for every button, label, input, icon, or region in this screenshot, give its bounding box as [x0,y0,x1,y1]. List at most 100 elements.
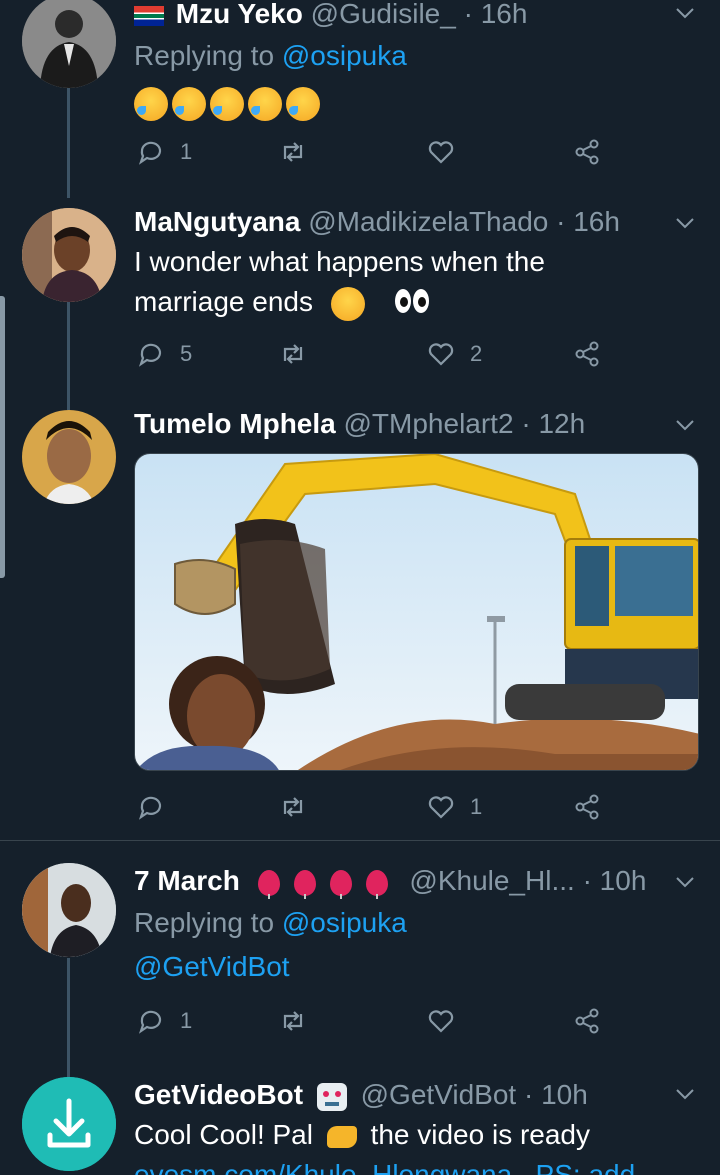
tweet-header: Tumelo Mphela @TMphelart2 · 12h [134,406,660,442]
reply-button[interactable]: 5 [136,334,192,374]
retweet-icon [283,797,303,817]
tweet-text: the video is ready [370,1119,591,1150]
balloon-icon [257,869,280,899]
balloon-icon [293,869,316,899]
mention-link[interactable]: @osipuka [282,40,407,71]
retweet-icon [283,1011,303,1031]
reply-count: 1 [180,1008,193,1033]
display-name[interactable]: 7 March [134,865,240,896]
chevron-down-icon[interactable] [674,1083,696,1105]
share-button[interactable] [572,1001,602,1041]
laughing-emoji-icon [134,86,168,121]
retweet-button[interactable] [278,787,322,827]
video-link[interactable]: evesm.com/Khule_Hlongwana . PS: add [134,1159,635,1175]
reply-count: 5 [180,341,193,366]
tweet-header: 7 March @Khule_Hl... · 10h [134,863,660,899]
tweet-header: MaNgutyana @MadikizelaThado · 16h [134,204,660,240]
share-button[interactable] [572,787,602,827]
reply-icon [138,141,162,165]
tweet-actions: 1 [134,1001,614,1041]
tweet-actions: 1 [134,787,614,827]
laughing-emoji-icon [172,86,206,121]
separator: · [523,1079,534,1110]
tweet[interactable]: 7 March @Khule_Hl... · 10h Replying to @… [0,841,720,1061]
timestamp: 10h [599,865,647,896]
tweet-header: GetVideoBot @GetVidBot · 10h [134,1077,660,1113]
avatar[interactable] [22,410,116,504]
display-name[interactable]: MaNgutyana [134,206,300,237]
tweet-body: I wonder what happens when the marriage … [134,242,690,324]
tweet[interactable]: GetVideoBot @GetVidBot · 10h Cool Cool! … [0,1061,720,1175]
mention-link[interactable]: @GetVidBot [134,951,290,982]
tweet-text-line: Cool Cool! Pal the video is ready [134,1115,690,1155]
tweet-text-line-2: marriage ends [134,282,690,324]
heart-icon [428,343,454,366]
separator: · [582,865,592,896]
handle[interactable]: @GetVidBot [361,1079,517,1110]
replying-label: Replying to [134,40,275,71]
balloon-icons [257,865,402,899]
share-button[interactable] [572,334,602,374]
retweet-icon [283,142,303,162]
tweet-media-image[interactable] [134,453,699,771]
handle[interactable]: @Gudisile_ [311,0,456,29]
timestamp: 16h [480,0,528,29]
avatar[interactable] [22,0,116,88]
like-button[interactable] [426,1001,470,1041]
share-icon [575,341,599,367]
retweet-button[interactable] [278,132,322,172]
chevron-down-icon[interactable] [674,2,696,24]
handle[interactable]: @Khule_Hl... [409,865,574,896]
share-button[interactable] [572,132,602,172]
handle[interactable]: @TMphelart2 [344,408,514,439]
chevron-down-icon[interactable] [674,212,696,234]
avatar[interactable] [22,1077,116,1171]
retweet-button[interactable] [278,334,322,374]
tweet-body [134,82,690,122]
timestamp: 10h [541,1079,588,1110]
share-icon [575,1008,599,1034]
replying-to: Replying to @osipuka [134,905,407,941]
display-name[interactable]: Mzu Yeko [176,0,303,29]
like-button[interactable] [426,132,470,172]
replying-label: Replying to [134,907,275,938]
separator: · [521,408,531,439]
like-button[interactable]: 1 [426,787,482,827]
reply-button[interactable] [136,787,180,827]
share-icon [575,139,599,165]
like-count: 2 [470,341,483,366]
balloon-icon [329,869,352,899]
tweet-link-line[interactable]: evesm.com/Khule_Hlongwana . PS: add [134,1155,690,1175]
tweet-actions: 5 2 [134,334,614,374]
handle[interactable]: @MadikizelaThado [308,206,548,237]
tweet-text: marriage ends [134,286,313,317]
laughing-emoji-icon [210,86,244,121]
heart-icon [428,796,454,819]
heart-icon [428,141,454,164]
separator: · [463,0,473,29]
reply-button[interactable]: 1 [136,132,192,172]
heart-icon [428,1010,454,1033]
tweet[interactable]: MaNgutyana @MadikizelaThado · 16h I wond… [0,200,720,400]
tweet[interactable]: Tumelo Mphela @TMphelart2 · 12h 1 [0,400,720,840]
reply-count: 1 [180,139,193,164]
reply-button[interactable]: 1 [136,1001,192,1041]
chevron-down-icon[interactable] [674,871,696,893]
avatar[interactable] [22,208,116,302]
display-name[interactable]: GetVideoBot [134,1079,303,1110]
replying-to: Replying to @osipuka [134,38,407,74]
like-count: 1 [470,794,483,819]
timestamp: 16h [573,206,620,237]
reply-icon [138,1010,162,1034]
timestamp: 12h [538,408,586,439]
avatar[interactable] [22,863,116,957]
retweet-button[interactable] [278,1001,322,1041]
mention-link[interactable]: @osipuka [282,907,407,938]
tweet-header: Mzu Yeko @Gudisile_ · 16h [134,0,660,32]
like-button[interactable]: 2 [426,334,482,374]
chevron-down-icon[interactable] [674,414,696,436]
display-name[interactable]: Tumelo Mphela [134,408,336,439]
tweet-body: Cool Cool! Pal the video is ready evesm.… [134,1115,690,1175]
tweet[interactable]: Mzu Yeko @Gudisile_ · 16h Replying to @o… [0,0,720,200]
thinking-face-icon [330,286,365,321]
